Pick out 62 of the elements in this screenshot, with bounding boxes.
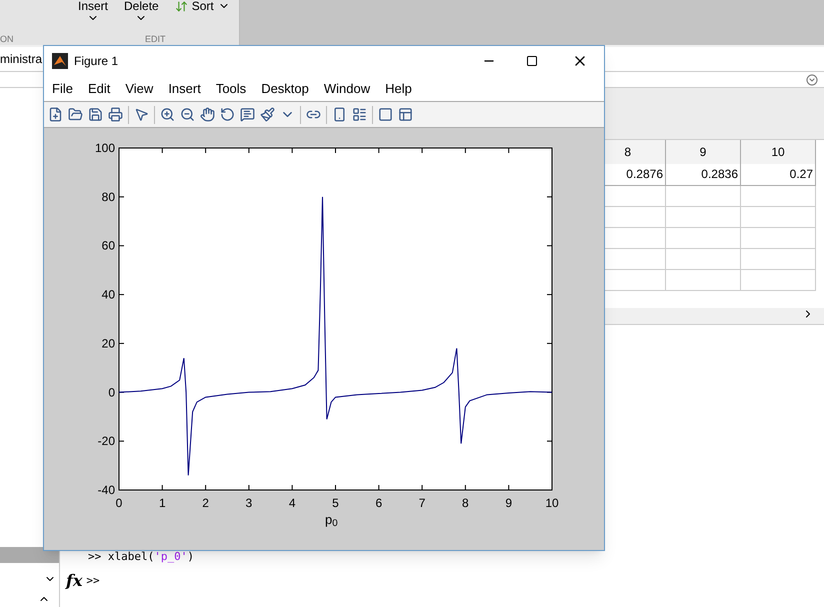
column-header: 9 bbox=[666, 140, 740, 164]
menu-item[interactable]: Tools bbox=[216, 78, 246, 98]
new-file-icon[interactable] bbox=[48, 107, 63, 122]
menu-item[interactable]: File bbox=[52, 78, 73, 98]
legend-icon[interactable] bbox=[352, 107, 367, 122]
panel-menu-icon[interactable] bbox=[806, 74, 818, 86]
x-tick-label: 7 bbox=[418, 496, 426, 510]
menu-item[interactable]: Edit bbox=[88, 78, 110, 98]
x-tick-label: 3 bbox=[246, 496, 252, 510]
table-cell: 0.27 bbox=[740, 164, 816, 185]
menu-item[interactable]: Help bbox=[385, 78, 412, 98]
section-label: ON bbox=[0, 33, 14, 45]
x-tick-label: 2 bbox=[202, 496, 209, 510]
y-tick-label: -40 bbox=[98, 483, 115, 497]
zoom-out-icon[interactable] bbox=[180, 107, 195, 122]
folder-icon[interactable] bbox=[68, 107, 83, 122]
function-button[interactable]: fx bbox=[66, 569, 82, 593]
x-tick-label: 10 bbox=[545, 496, 559, 510]
y-tick-label: 20 bbox=[102, 336, 115, 350]
toolstrip-button[interactable]: Insert bbox=[78, 0, 108, 24]
column-header: 10 bbox=[740, 140, 816, 164]
save-icon[interactable] bbox=[88, 107, 103, 122]
y-tick-label: -20 bbox=[98, 434, 115, 448]
command-prompt[interactable]: >> bbox=[86, 572, 100, 590]
app-logo-icon bbox=[52, 53, 68, 69]
menu-item[interactable]: Window bbox=[324, 78, 370, 98]
menu-item[interactable]: Desktop bbox=[261, 78, 309, 98]
y-tick-label: 0 bbox=[108, 385, 115, 400]
y-tick-label: 40 bbox=[102, 288, 115, 302]
x-tick-label: 0 bbox=[116, 496, 122, 510]
x-axis-label: p$_{0}$ bbox=[325, 511, 339, 530]
y-tick-label: 60 bbox=[102, 238, 115, 253]
address-field[interactable]: ministra bbox=[0, 50, 42, 68]
hand-icon[interactable] bbox=[200, 107, 215, 122]
command-line: >> xlabel('p_0') bbox=[87, 548, 195, 565]
maximize-icon[interactable] bbox=[526, 55, 538, 67]
x-tick-label: 6 bbox=[375, 496, 382, 510]
table-cell: 0.2836 bbox=[666, 164, 740, 185]
scrollbar-thumb[interactable] bbox=[0, 547, 59, 563]
pointer-icon[interactable] bbox=[134, 107, 149, 122]
sort-icon bbox=[174, 0, 188, 13]
window-title: Figure 1 bbox=[74, 53, 118, 70]
x-tick-label: 1 bbox=[158, 496, 166, 510]
menu-item[interactable]: Insert bbox=[168, 78, 201, 98]
y-tick-label: 80 bbox=[102, 190, 115, 204]
x-tick-label: 5 bbox=[332, 496, 339, 510]
colorbar-icon[interactable] bbox=[332, 107, 347, 122]
x-tick-label: 9 bbox=[505, 496, 512, 510]
panel-icon[interactable] bbox=[398, 107, 413, 122]
square-icon[interactable] bbox=[378, 107, 393, 122]
menu-item[interactable]: View bbox=[125, 78, 154, 98]
x-tick-label: 4 bbox=[288, 496, 296, 510]
sort-button[interactable]: Sort bbox=[174, 0, 230, 13]
toolstrip-button[interactable]: Delete bbox=[124, 0, 159, 24]
y-tick-label: 100 bbox=[94, 141, 115, 155]
x-tick-label: 8 bbox=[462, 496, 469, 510]
section-label: EDIT bbox=[145, 33, 166, 45]
brush-icon[interactable] bbox=[260, 107, 275, 122]
print-icon[interactable] bbox=[108, 107, 123, 122]
rotate-icon[interactable] bbox=[220, 107, 235, 122]
zoom-in-icon[interactable] bbox=[160, 107, 175, 122]
data-tip-icon[interactable] bbox=[240, 107, 255, 122]
